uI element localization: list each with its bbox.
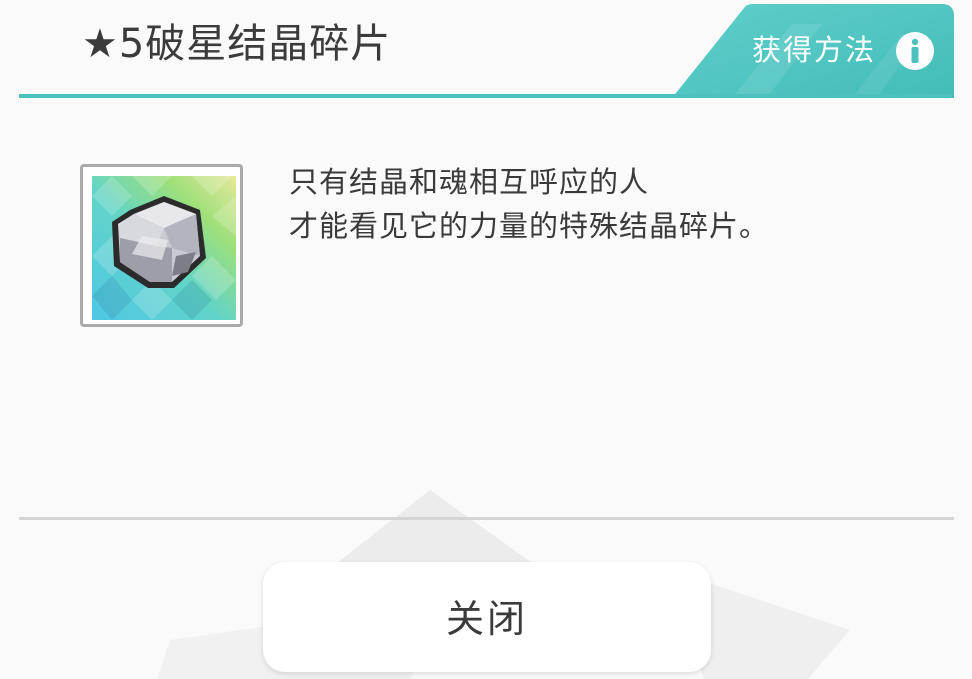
item-icon-frame — [80, 164, 243, 327]
page-title: ★5破星结晶碎片 — [82, 21, 392, 67]
footer-divider — [19, 517, 954, 520]
acquire-method-button[interactable]: 获得方法 — [672, 4, 954, 98]
item-description: 只有结晶和魂相互呼应的人 才能看见它的力量的特殊结晶碎片。 — [289, 160, 769, 248]
title-divider — [19, 94, 952, 98]
crystal-fragment-icon — [92, 176, 236, 320]
item-icon-background — [92, 176, 236, 320]
acquire-method-label: 获得方法 — [752, 33, 877, 67]
description-line-1: 只有结晶和魂相互呼应的人 — [289, 165, 650, 199]
info-icon — [896, 32, 934, 70]
item-detail-dialog: ★5破星结晶碎片 获得方法 只有结晶和魂相互呼应的人 才能看见它的力量的特殊结晶… — [0, 0, 972, 679]
close-button-label: 关闭 — [445, 597, 528, 641]
close-button[interactable]: 关闭 — [263, 562, 711, 672]
description-line-2: 才能看见它的力量的特殊结晶碎片。 — [289, 209, 770, 243]
